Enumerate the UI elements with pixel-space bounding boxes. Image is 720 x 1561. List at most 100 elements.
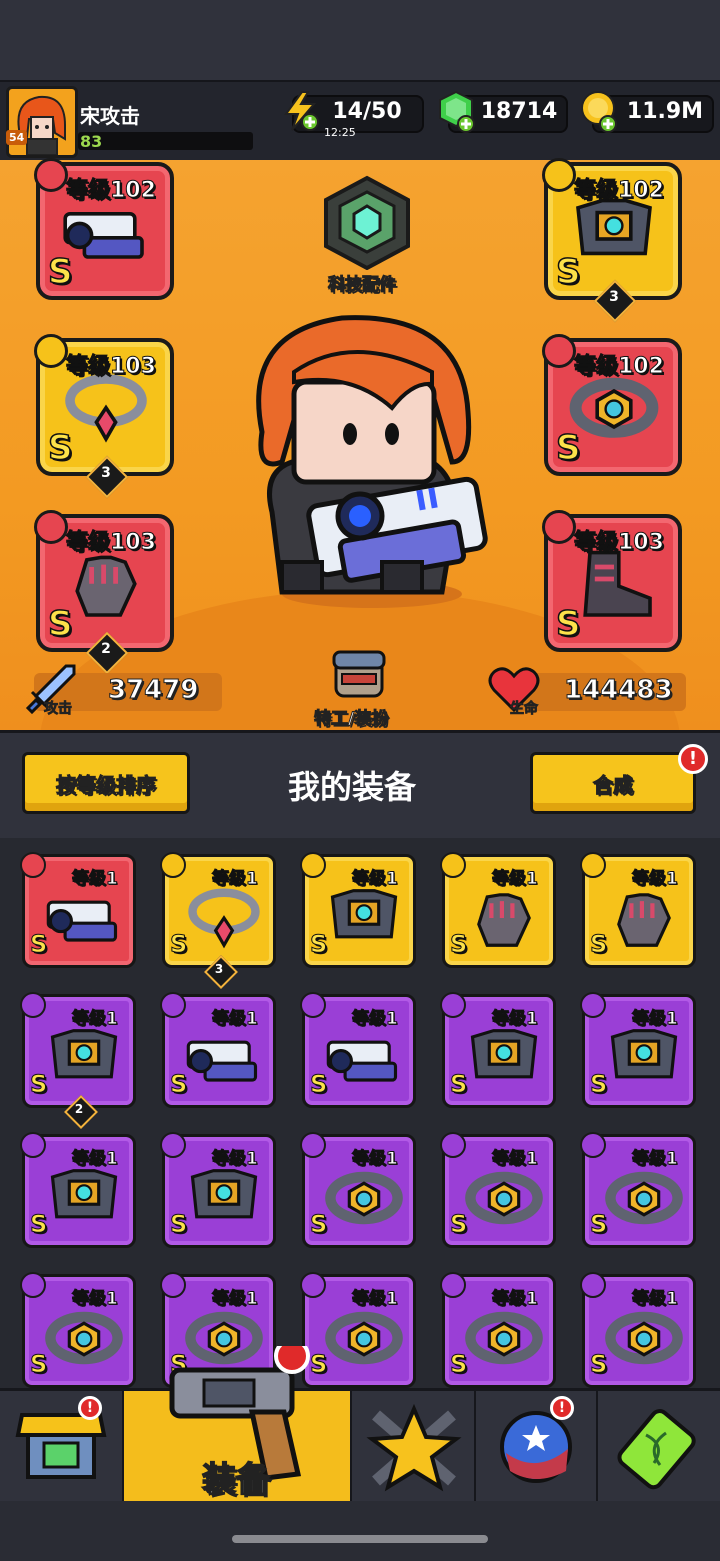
item-level: 等级1 [632,1009,679,1030]
belt-icon [462,1302,546,1376]
armor-icon [42,1162,126,1236]
item-grade: S [589,1210,608,1239]
item-level: 等级1 [72,1289,119,1310]
weapon-icon [42,882,126,956]
gems-value: 18714 [480,99,558,124]
slot-level: 等级103 [66,354,157,380]
item-type-icon [300,852,326,878]
glove-icon [602,882,686,956]
item-count: 2 [74,1102,84,1116]
weapon-icon [182,1022,266,1096]
item-level: 等级1 [632,1289,679,1310]
item-level: 等级1 [492,1289,539,1310]
item-grade: S [589,1350,608,1379]
item-type-icon [160,1132,186,1158]
slot-level: 等级102 [574,178,665,204]
item-type-icon [300,992,326,1018]
hp-value: 144483 [564,675,674,706]
agent-icon[interactable] [326,650,392,698]
item-type-icon [580,992,606,1018]
item-type-icon [20,1272,46,1298]
gem-icon [436,90,478,134]
glove-icon [462,882,546,956]
item-level: 等级1 [212,1289,259,1310]
item-type-icon [580,1132,606,1158]
hero-character [232,312,492,612]
slot-grade: S [47,603,73,645]
item-grade: S [449,1210,468,1239]
item-grade: S [309,930,328,959]
item-level: 等级1 [352,1289,399,1310]
item-grade: S [589,930,608,959]
planet-icon [500,1411,572,1483]
merge-button[interactable]: 合成 [530,752,696,814]
item-type-icon [160,992,186,1018]
hp-label: 生命 [510,701,539,718]
item-grade: S [449,1070,468,1099]
sort-by-level-button[interactable]: 按等级排序 [22,752,190,814]
armor-icon [462,1022,546,1096]
item-count: 3 [214,962,224,976]
necklace-icon [182,882,266,956]
energy-timer: 12:25 [324,126,356,139]
coins-value: 11.9M [626,99,704,124]
slot-level: 等级103 [66,530,157,556]
belt-icon [42,1302,126,1376]
item-type-icon [160,1272,186,1298]
nav-tab-shop[interactable] [0,1391,124,1501]
item-grade: S [589,1070,608,1099]
item-level: 等级1 [212,869,259,890]
slot-grade: S [555,427,581,469]
item-type-icon [20,1132,46,1158]
slot-type-icon [542,334,576,368]
player-level: 83 [80,132,103,151]
armor-icon [42,1022,126,1096]
item-type-icon [580,852,606,878]
item-level: 等级1 [632,1149,679,1170]
item-type-icon [20,852,46,878]
tech-parts-icon[interactable] [318,174,416,271]
merge-alert-badge: ! [678,744,708,774]
agent-label: 特工/装扮 [313,709,389,730]
item-grade: S [449,1350,468,1379]
item-type-icon [440,1272,466,1298]
belt-icon [602,1302,686,1376]
attack-value: 37479 [107,675,199,706]
item-level: 等级1 [352,1009,399,1030]
attack-label: 攻击 [44,701,73,718]
energy-icon [280,90,320,132]
item-level: 等级1 [352,869,399,890]
tech-parts-label: 科技配件 [328,275,397,296]
slot-level: 等级102 [66,178,157,204]
armor-icon [182,1162,266,1236]
my-gear-title: 我的装备 [288,768,417,806]
slot-type-icon [34,158,68,192]
slot-grade: S [555,603,581,645]
planet-alert-badge: ! [550,1396,574,1420]
item-level: 等级1 [72,869,119,890]
item-grade: S [169,1070,188,1099]
nav-tab-gene[interactable] [598,1391,720,1501]
heroes-icon [366,1403,462,1492]
belt-icon [322,1302,406,1376]
avatar[interactable] [6,86,78,158]
nav-tab-planet[interactable] [476,1391,598,1501]
slot-count: 3 [609,289,619,305]
item-level: 等级1 [632,869,679,890]
shop-alert-badge: ! [78,1396,102,1420]
item-type-icon [300,1132,326,1158]
item-grade: S [29,1210,48,1239]
item-type-icon [580,1272,606,1298]
player-name: 宋攻击 [80,104,140,128]
nav-tab-heroes[interactable] [352,1391,476,1501]
slot-level: 等级103 [574,530,665,556]
slot-grade: S [555,251,581,293]
energy-value: 14/50 [332,99,402,124]
item-type-icon [440,852,466,878]
slot-grade: S [47,427,73,469]
item-type-icon [440,1132,466,1158]
slot-level: 等级102 [574,354,665,380]
belt-icon [322,1162,406,1236]
item-level: 等级1 [352,1149,399,1170]
coin-icon [578,90,620,134]
